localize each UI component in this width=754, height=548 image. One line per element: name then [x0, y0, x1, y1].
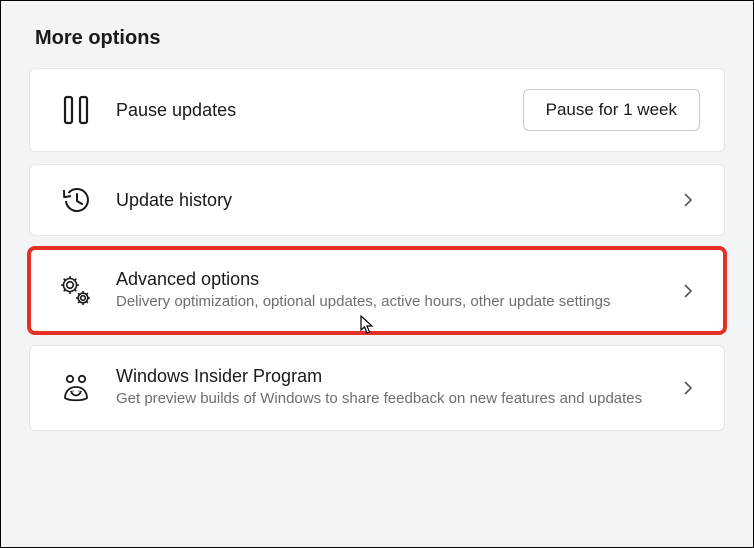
- gears-icon: [46, 275, 106, 307]
- chevron-right-icon: [676, 283, 700, 299]
- history-icon: [46, 185, 106, 215]
- insider-program-title: Windows Insider Program: [116, 366, 664, 387]
- option-row-update-history[interactable]: Update history: [29, 164, 725, 236]
- pause-icon: [46, 95, 106, 125]
- cursor-icon: [360, 315, 376, 335]
- pause-for-1-week-button[interactable]: Pause for 1 week: [523, 89, 700, 131]
- section-title: More options: [35, 27, 725, 50]
- option-row-insider-program[interactable]: Windows Insider Program Get preview buil…: [29, 345, 725, 430]
- advanced-options-subtitle: Delivery optimization, optional updates,…: [116, 292, 664, 312]
- option-row-advanced-options[interactable]: Advanced options Delivery optimization, …: [29, 248, 725, 333]
- advanced-options-title: Advanced options: [116, 269, 664, 290]
- pause-updates-title: Pause updates: [116, 100, 236, 121]
- community-icon: [46, 374, 106, 402]
- update-history-title: Update history: [116, 190, 232, 211]
- insider-program-subtitle: Get preview builds of Windows to share f…: [116, 389, 664, 409]
- option-row-pause-updates[interactable]: Pause updates Pause for 1 week: [29, 68, 725, 152]
- chevron-right-icon: [676, 380, 700, 396]
- chevron-right-icon: [676, 192, 700, 208]
